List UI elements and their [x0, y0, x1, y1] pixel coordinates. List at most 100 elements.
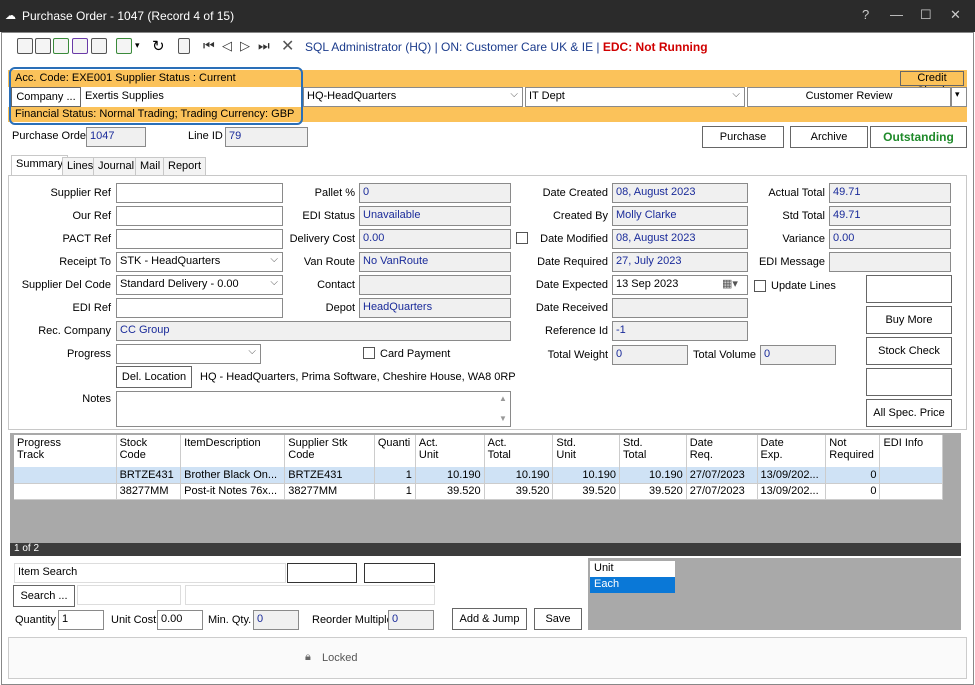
- grid-header[interactable]: Date Req.: [686, 435, 758, 467]
- last-record-icon[interactable]: ⏭: [258, 38, 270, 54]
- item-search-box-2[interactable]: [364, 563, 435, 583]
- minimize-icon[interactable]: —: [890, 7, 903, 22]
- rec-company-label: Rec. Company: [38, 325, 111, 337]
- delete-icon[interactable]: [91, 38, 107, 54]
- grid-header[interactable]: Std. Unit: [552, 435, 621, 467]
- delivery-cost-checkbox[interactable]: [516, 232, 528, 244]
- department-select[interactable]: IT Dept: [525, 87, 745, 107]
- actual-total-label: Actual Total: [768, 187, 825, 199]
- export-icon[interactable]: [116, 38, 132, 54]
- grid-header[interactable]: EDI Info: [879, 435, 943, 467]
- first-record-icon[interactable]: ⏮: [203, 38, 215, 54]
- reference-id-field: -1: [612, 321, 748, 341]
- delivery-cost-field[interactable]: 0.00: [359, 229, 511, 249]
- buy-more-button[interactable]: Buy More: [866, 306, 952, 334]
- search-input[interactable]: [77, 585, 181, 605]
- grid-header[interactable]: Std. Total: [619, 435, 687, 467]
- pact-ref-input[interactable]: [116, 229, 283, 249]
- table-row[interactable]: 38277MM Post-it Notes 76x... 38277MM 1 39.52…: [14, 483, 943, 500]
- blank-button-2[interactable]: [866, 368, 952, 396]
- tab-report[interactable]: Report: [163, 157, 207, 175]
- our-ref-input[interactable]: [116, 206, 283, 226]
- rec-company-field: CC Group: [116, 321, 511, 341]
- close-icon[interactable]: ✕: [950, 7, 961, 23]
- table-cell: [879, 483, 943, 500]
- maximize-icon[interactable]: ☐: [920, 7, 932, 23]
- save-copy-icon[interactable]: [72, 38, 88, 54]
- add-jump-button[interactable]: Add & Jump: [452, 608, 527, 630]
- depot-label: Depot: [325, 302, 355, 314]
- reorder-label: Reorder Multiple: [312, 614, 393, 626]
- calendar-icon[interactable]: ▦▾: [722, 277, 738, 290]
- update-lines-checkbox[interactable]: [754, 280, 766, 292]
- table-cell: BRTZE431: [284, 467, 375, 484]
- search-button[interactable]: Search ...: [13, 585, 75, 607]
- tab-summary[interactable]: Summary: [11, 155, 69, 175]
- previous-record-icon[interactable]: ◁: [222, 38, 232, 54]
- unit-list[interactable]: Unit Each: [590, 561, 675, 593]
- save-button[interactable]: Save: [534, 608, 582, 630]
- grid-header[interactable]: Date Exp.: [757, 435, 827, 467]
- new-icon[interactable]: [17, 38, 33, 54]
- next-record-icon[interactable]: ▷: [240, 38, 250, 54]
- unit-list-item-selected[interactable]: Each: [590, 577, 675, 593]
- grid-header[interactable]: Quanti: [374, 435, 416, 467]
- attach-icon[interactable]: [178, 38, 190, 54]
- scroll-down-icon[interactable]: ▼: [499, 414, 507, 423]
- grid-header[interactable]: Stock Code: [116, 435, 182, 467]
- grid-header[interactable]: ItemDescription: [180, 435, 286, 467]
- blank-button-1[interactable]: [866, 275, 952, 303]
- highlight-box: [9, 67, 303, 125]
- grid-header[interactable]: Supplier Stk Code: [284, 435, 375, 467]
- std-total-label: Std Total: [782, 210, 825, 222]
- chevron-down-icon[interactable]: ▾: [135, 40, 140, 51]
- edi-ref-label: EDI Ref: [72, 302, 111, 314]
- tab-mail[interactable]: Mail: [135, 157, 166, 175]
- quantity-input[interactable]: 1: [58, 610, 104, 630]
- lines-grid: Progress Track Stock Code ItemDescription S…: [14, 435, 943, 500]
- review-select[interactable]: Customer Review: [747, 87, 951, 107]
- title-bar: ☁ Purchase Order - 1047 (Record 4 of 15)…: [0, 0, 975, 32]
- grid-header[interactable]: Not Required: [825, 435, 881, 467]
- quantity-label: Quantity: [15, 614, 56, 626]
- description-input[interactable]: [185, 585, 435, 605]
- progress-label: Progress: [66, 348, 111, 360]
- receipt-to-select[interactable]: STK - HeadQuarters: [116, 252, 283, 272]
- table-cell: 0: [825, 483, 881, 500]
- grid-header[interactable]: Act. Unit: [415, 435, 485, 467]
- edi-ref-input[interactable]: [116, 298, 283, 318]
- refresh-icon[interactable]: ↻: [152, 37, 165, 55]
- all-spec-price-button[interactable]: All Spec. Price: [866, 399, 952, 427]
- save-new-icon[interactable]: [53, 38, 69, 54]
- location-select[interactable]: HQ-HeadQuarters: [303, 87, 523, 107]
- supplier-del-code-select[interactable]: Standard Delivery - 0.00: [116, 275, 283, 295]
- unit-cost-input[interactable]: 0.00: [157, 610, 203, 630]
- table-cell: 27/07/2023: [686, 483, 758, 500]
- archive-button[interactable]: Archive: [790, 126, 868, 148]
- del-location-button[interactable]: Del. Location: [116, 366, 192, 388]
- save-icon[interactable]: [35, 38, 51, 54]
- notes-textarea[interactable]: [116, 391, 511, 427]
- table-row[interactable]: BRTZE431 Brother Black On... BRTZE431 1 10.1…: [14, 467, 943, 484]
- min-qty-field: 0: [253, 610, 299, 630]
- item-search-box-1[interactable]: [287, 563, 357, 583]
- purchase-button[interactable]: Purchase: [702, 126, 784, 148]
- card-payment-checkbox[interactable]: [363, 347, 375, 359]
- help-icon[interactable]: ?: [862, 7, 869, 22]
- table-cell: 13/09/202...: [757, 483, 827, 500]
- stock-check-button[interactable]: Stock Check: [866, 337, 952, 365]
- credit-check-button[interactable]: Credit Check: [900, 71, 964, 97]
- progress-select[interactable]: [116, 344, 261, 364]
- tools-icon[interactable]: ✕: [281, 36, 294, 56]
- supplier-ref-input[interactable]: [116, 183, 283, 203]
- unit-list-item[interactable]: Unit: [590, 561, 675, 577]
- scroll-up-icon[interactable]: ▲: [499, 394, 507, 403]
- review-dropdown-icon[interactable]: ▾: [951, 87, 967, 107]
- edc-status: EDC: Not Running: [602, 40, 708, 54]
- min-qty-label: Min. Qty.: [208, 614, 252, 626]
- pallet-field: 0: [359, 183, 511, 203]
- grid-header[interactable]: Act. Total: [484, 435, 554, 467]
- tab-journal[interactable]: Journal: [93, 157, 140, 175]
- grid-header[interactable]: Progress Track: [14, 435, 117, 467]
- line-id-field: 79: [225, 127, 308, 147]
